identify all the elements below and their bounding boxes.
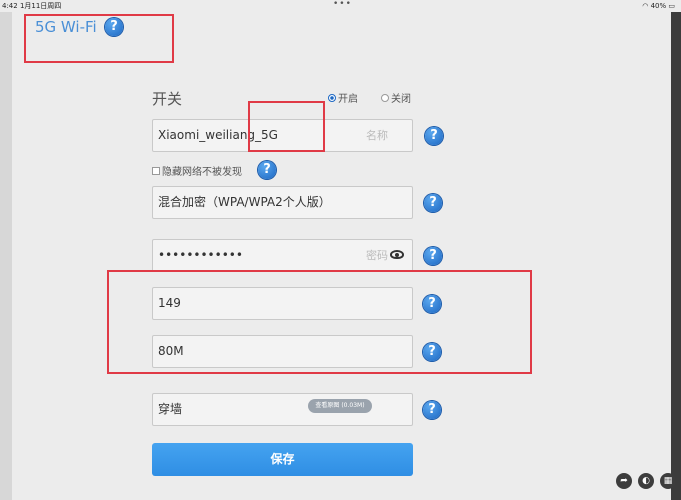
right-bezel	[671, 0, 681, 500]
save-button[interactable]: 保存	[152, 443, 413, 476]
multitask-dots[interactable]: •••	[333, 0, 352, 10]
eye-icon[interactable]	[390, 250, 404, 259]
radio-off-dot[interactable]	[381, 93, 389, 102]
password-value: ••••••••••••	[158, 248, 243, 262]
radio-on-label: 开启	[338, 94, 358, 105]
radio-off[interactable]: 关闭	[381, 90, 411, 105]
view-original-badge[interactable]: 查看原图 (0.03M)	[308, 399, 372, 413]
signal-value: 穿墙	[158, 402, 183, 416]
ssid-placeholder: 名称	[366, 129, 388, 142]
help-ssid-icon[interactable]	[425, 127, 443, 145]
reply-icon[interactable]: ◐	[638, 473, 654, 489]
status-battery: ◠ 40% ▭	[642, 0, 675, 12]
hide-network-checkbox[interactable]: 隐藏网络不被发现	[152, 163, 242, 178]
battery-icon: ▭	[668, 2, 675, 10]
encryption-value: 混合加密（WPA/WPA2个人版）	[158, 195, 331, 209]
left-bezel	[0, 12, 12, 500]
hide-network-label: 隐藏网络不被发现	[162, 167, 242, 178]
password-field[interactable]: •••••••••••• 密码	[152, 239, 413, 272]
signal-select[interactable]: 穿墙	[152, 393, 413, 426]
encryption-select[interactable]: 混合加密（WPA/WPA2个人版）	[152, 186, 413, 219]
status-time-date: 4:42 1月11日周四	[2, 2, 62, 10]
help-hide-network-icon[interactable]	[258, 161, 276, 179]
share-icon[interactable]: ➦	[616, 473, 632, 489]
help-password-icon[interactable]	[424, 247, 442, 265]
hide-network-box[interactable]	[152, 166, 160, 175]
radio-on-dot[interactable]	[328, 93, 336, 102]
grid-icon[interactable]: ▦	[660, 473, 676, 489]
switch-label: 开关	[152, 90, 183, 108]
password-placeholder: 密码	[366, 249, 388, 262]
radio-off-label: 关闭	[391, 94, 411, 105]
help-encryption-icon[interactable]	[424, 194, 442, 212]
status-bar: 4:42 1月11日周四 ••• ◠ 40% ▭	[0, 0, 681, 12]
help-signal-icon[interactable]	[423, 401, 441, 419]
highlight-box-title	[24, 14, 174, 63]
highlight-box-channel	[107, 270, 532, 374]
wifi-icon: ◠	[642, 2, 649, 10]
battery-percent: 40%	[650, 2, 667, 10]
highlight-box-ssid	[248, 101, 325, 152]
radio-on[interactable]: 开启	[328, 90, 358, 105]
